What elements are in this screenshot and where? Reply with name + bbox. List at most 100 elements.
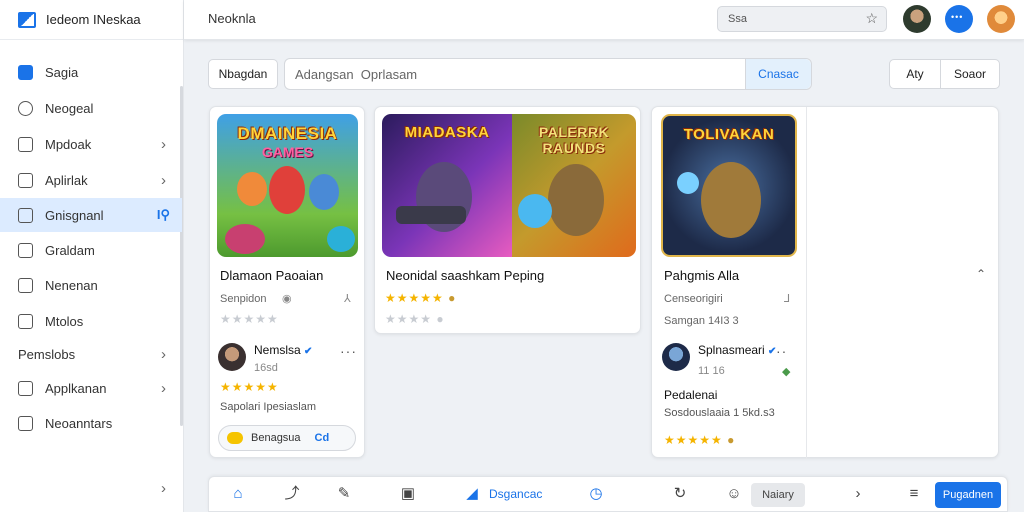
filter-button-aty[interactable]: Aty [889, 59, 941, 89]
sidebar-item-label: Applkanan [45, 380, 107, 396]
search-icon[interactable]: I⚲ [157, 207, 170, 223]
profile-avatar[interactable] [987, 5, 1015, 33]
active-tab-label[interactable]: Dsgancac [489, 487, 542, 501]
chat-icon [18, 172, 33, 188]
sidebar-item-mtolos[interactable]: Mtolos [0, 304, 182, 338]
sidebar-item-label: Neoanntars [45, 415, 113, 431]
share-icon[interactable]: ⅄ [344, 292, 351, 305]
card-title[interactable]: Pahgmis Alla [664, 268, 739, 283]
candy-shape [225, 224, 265, 254]
thumbnail-title: TOLIVAKAN [683, 126, 775, 143]
filter-chip[interactable]: Nbagdan [208, 59, 278, 89]
energy-orb [677, 172, 699, 194]
sidebar-item-label: Graldam [45, 242, 95, 258]
thumbnail-title: MIADASKA [404, 124, 490, 141]
sidebar-item-aplirlak[interactable]: Aplirlak › [0, 163, 182, 197]
sidebar-item-label: Mtolos [45, 313, 84, 329]
sidebar-item-label: Mpdoak [45, 136, 92, 152]
top-search-field[interactable]: Ssa ☆ [717, 6, 887, 32]
history-button[interactable]: Naiary [751, 483, 805, 507]
sidebar: Iedeom INeskaa Sagia Neogeal Mpdoak › Ap… [0, 0, 184, 512]
book-icon [18, 136, 33, 152]
game-thumbnail[interactable]: TOLIVAKAN [661, 114, 797, 257]
apps-icon[interactable] [945, 5, 973, 33]
sidebar-item-mpdoak[interactable]: Mpdoak › [0, 127, 182, 161]
game-card[interactable]: MIADASKA PALERRK RAUNDS Neonidal saashka… [374, 106, 641, 334]
author-name[interactable]: Splnasmeari ✔ [698, 343, 776, 357]
share-icon[interactable]: ⤴ [283, 485, 301, 503]
game-detail-card[interactable]: TOLIVAKAN Pahgmis Alla Censeorigiri ⅃ Sa… [651, 106, 999, 459]
game-thumbnail[interactable]: MIADASKA [382, 114, 512, 257]
top-search-value: Ssa [728, 13, 747, 25]
menu-icon[interactable]: ≡ [905, 485, 923, 503]
sidebar-item-applkanan[interactable]: Applkanan › [0, 371, 182, 405]
star-icon[interactable]: ☆ [865, 10, 878, 27]
verified-icon: ✔ [304, 346, 313, 357]
game-card[interactable]: DMAINESIA GAMES Dlamaon Paoaian Senpidon… [209, 106, 365, 458]
user-avatar[interactable] [903, 5, 931, 33]
card-title[interactable]: Dlamaon Paoaian [220, 268, 323, 283]
sidebar-item-label: Sagia [45, 64, 79, 80]
edit-icon[interactable]: ✎ [335, 485, 353, 503]
chevron-right-icon: › [161, 479, 166, 497]
like-icon[interactable]: ◢ [463, 485, 481, 503]
author-avatar[interactable] [662, 343, 690, 371]
grid-icon [18, 207, 33, 223]
sidebar-item-label: Gnisgnanl [45, 207, 104, 223]
sidebar-section-label: Pemslobs [18, 346, 76, 362]
sidebar-item-label: Aplirlak [45, 172, 88, 188]
sidebar-item-nenenan[interactable]: Nenenan [0, 268, 182, 302]
more-options-icon[interactable]: ··· [340, 343, 357, 359]
author-avatar[interactable] [218, 343, 246, 371]
collapse-icon[interactable]: ⌃ [976, 267, 987, 281]
sidebar-expand[interactable]: › [0, 471, 182, 505]
gamepad-icon [18, 380, 33, 396]
chevron-right-icon: › [161, 379, 166, 397]
home-icon[interactable]: ⌂ [229, 485, 247, 503]
thumbnail-subtitle: GAMES [261, 144, 314, 160]
author-name[interactable]: Nemslsa ✔ [254, 343, 312, 357]
sidebar-item-graldam[interactable]: Graldam [0, 233, 182, 267]
sidebar-item-sagia[interactable]: Sagia [0, 55, 182, 89]
chart-icon: ⅃ [784, 293, 791, 305]
download-icon[interactable]: ◆ [782, 365, 790, 378]
brand[interactable]: Iedeom INeskaa [0, 0, 183, 40]
game-thumbnail[interactable]: PALERRK RAUNDS [512, 114, 636, 257]
primary-action-button[interactable]: Pugadnen [935, 482, 1001, 508]
home-icon [18, 64, 33, 80]
sidebar-item-gnisgnanl[interactable]: Gnisgnanl I⚲ [0, 198, 182, 232]
search-input[interactable] [295, 59, 735, 89]
inbox-icon [18, 277, 33, 293]
card-category: Censeorigiri [664, 293, 723, 305]
sort-button[interactable]: Soaor [940, 59, 1000, 89]
clock-icon[interactable]: ◷ [587, 485, 605, 503]
card-title[interactable]: Neonidal saashkam Peping [386, 268, 544, 283]
author-meta: 16sd [254, 362, 278, 374]
rating-stars: ★★★★★ ● [664, 433, 736, 447]
page-title: Neoknla [208, 11, 256, 26]
author-rating-stars: ★★★★★ [220, 380, 279, 394]
sidebar-item-neogeal[interactable]: Neogeal [0, 91, 182, 125]
more-options-icon[interactable]: ·· [776, 343, 787, 359]
reload-icon[interactable]: ↻ [671, 485, 689, 503]
forward-icon[interactable]: › [849, 485, 867, 503]
thumbnail-title: PALERRK RAUNDS [538, 124, 610, 156]
smile-icon[interactable]: ☺ [725, 485, 743, 503]
card-divider [806, 107, 807, 459]
emoji-icon: ● [727, 433, 736, 447]
top-bar: Neoknla Ssa ☆ [184, 0, 1024, 40]
game-thumbnail[interactable]: DMAINESIA GAMES [217, 114, 358, 257]
app-logo-icon [18, 11, 36, 28]
chevron-right-icon: › [161, 135, 166, 153]
sidebar-item-neoanntars[interactable]: Neoanntars [0, 406, 182, 440]
category-pill[interactable]: Benagsua Cd [218, 425, 356, 451]
pill-tail: Cd [314, 432, 330, 444]
rating-stars: ★★★★★ [220, 312, 279, 326]
tools-icon[interactable]: ▣ [399, 485, 417, 503]
sidebar-section-pemslobs[interactable]: Pemslobs › [0, 337, 182, 371]
count-badge-icon: ● [436, 312, 445, 326]
bottom-toolbar: ⌂ ⤴ ✎ ▣ ◢ Dsgancac ◷ ↻ ☺ Naiary › ≡ Puga… [208, 476, 1008, 512]
search-button[interactable]: Cnasac [745, 59, 811, 89]
card-description: Sosdouslaaia 1 5kd.s3 [664, 407, 775, 419]
folder-icon [18, 242, 33, 258]
